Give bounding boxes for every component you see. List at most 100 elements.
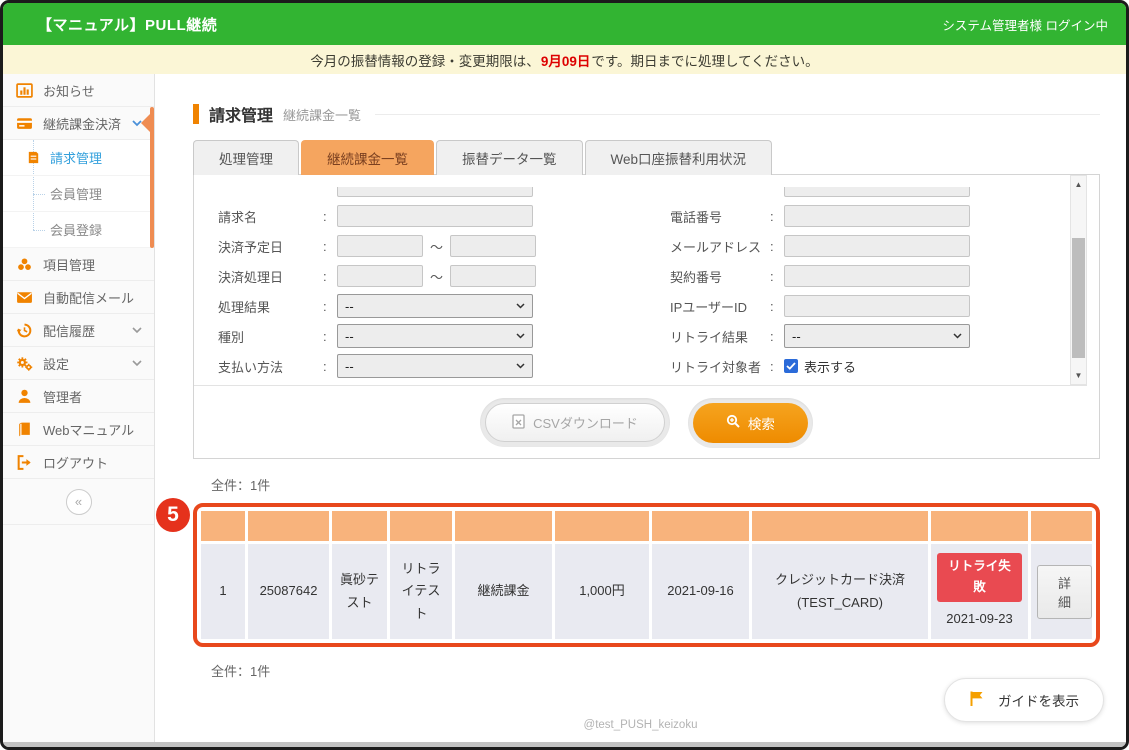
tab-processing-management[interactable]: 処理管理 [193, 140, 299, 175]
search-button[interactable]: 検索 [693, 403, 808, 443]
sidebar-collapse-button[interactable]: « [66, 489, 92, 515]
notice-text-suffix: です。期日までに処理してください。 [591, 50, 818, 70]
phone-number-input[interactable] [784, 205, 970, 227]
sidebar-item-label: 自動配信メール [43, 288, 134, 307]
annotation-highlight-box: 5 1 25087642 [193, 503, 1100, 647]
cell-billing-name: リトライテスト [390, 544, 452, 639]
cell-billing-type: 継続課金 [455, 544, 552, 639]
window-bottom-edge [3, 742, 1126, 747]
mail-icon [16, 289, 33, 306]
cell-retry-status: リトライ失敗 2021-09-23 [931, 544, 1028, 639]
notice-deadline-date: 9月09日 [541, 50, 591, 70]
clipped-input[interactable] [337, 187, 533, 197]
retry-result-select[interactable]: -- [784, 324, 970, 348]
main-content: 請求管理 継続課金一覧 処理管理 継続課金一覧 振替データ一覧 Web口座振替利… [155, 74, 1126, 742]
history-icon [16, 322, 33, 339]
billing-name-input[interactable] [337, 205, 533, 227]
logout-icon [16, 454, 33, 471]
result-count-top: 全件：1件 [211, 475, 1100, 494]
cell-scheduled-date: 2021-09-16 [652, 544, 749, 639]
scrollbar[interactable]: ▲ ▼ [1070, 175, 1087, 385]
notice-text-prefix: 今月の振替情報の登録・変更期限は、 [310, 50, 540, 70]
csv-file-icon [512, 414, 525, 432]
contract-number-input[interactable] [784, 265, 970, 287]
tree-branch [33, 230, 45, 231]
sidebar-item-billing-management[interactable]: 請求管理 [3, 140, 154, 176]
title-accent-bar [193, 104, 199, 124]
processed-date-from-input[interactable] [337, 265, 423, 287]
book-icon [16, 421, 33, 438]
sidebar-item-item-management[interactable]: 項目管理 [3, 248, 154, 281]
flag-icon [969, 690, 985, 710]
chevron-down-icon [516, 333, 525, 339]
tab-recurring-billing-list[interactable]: 継続課金一覧 [301, 140, 434, 175]
scrollbar-up-arrow[interactable]: ▲ [1071, 177, 1086, 192]
annotation-number-badge: 5 [156, 498, 190, 532]
sidebar-item-label: Webマニュアル [43, 420, 134, 439]
login-status: システム管理者様 ログイン中 [942, 15, 1108, 34]
filter-scroll-area: 請求名 : 決済予定日 : ～ [194, 175, 1087, 386]
sidebar-item-administrator[interactable]: 管理者 [3, 380, 154, 413]
footer-watermark: @test_PUSH_keizoku [155, 719, 1126, 731]
chevron-down-icon [132, 360, 142, 367]
sidebar-item-label: 項目管理 [43, 255, 95, 274]
sidebar-item-news[interactable]: お知らせ [3, 74, 154, 107]
sidebar-item-auto-mail[interactable]: 自動配信メール [3, 281, 154, 314]
type-select[interactable]: -- [337, 324, 533, 348]
sidebar-submenu: 請求管理 会員管理 会員登録 [3, 140, 154, 248]
scheduled-date-from-input[interactable] [337, 235, 423, 257]
sidebar-item-delivery-history[interactable]: 配信履歴 [3, 314, 154, 347]
search-button-ring: 検索 [688, 398, 813, 448]
filter-panel: 請求名 : 決済予定日 : ～ [193, 174, 1100, 459]
user-icon [16, 388, 33, 405]
sidebar-item-member-registration[interactable]: 会員登録 [3, 212, 154, 248]
cell-detail: 詳細 [1031, 544, 1092, 639]
chevron-down-icon [132, 327, 142, 334]
email-input[interactable] [784, 235, 970, 257]
show-guide-button[interactable]: ガイドを表示 [944, 678, 1104, 722]
sidebar-item-label: 管理者 [43, 387, 82, 406]
sidebar-item-label: 請求管理 [50, 148, 102, 167]
tab-transfer-data-list[interactable]: 振替データ一覧 [436, 140, 583, 175]
sidebar-group-recurring-billing: 継続課金決済 請求管理 会員管理 [3, 107, 154, 248]
cell-amount: 1,000円 [555, 544, 649, 639]
clipped-field-row [670, 187, 1087, 197]
clipped-input[interactable] [784, 187, 970, 197]
sidebar-item-web-manual[interactable]: Webマニュアル [3, 413, 154, 446]
processing-result-select[interactable]: -- [337, 294, 533, 318]
detail-button[interactable]: 詳細 [1037, 565, 1092, 619]
csv-download-button[interactable]: CSVダウンロード [485, 403, 665, 442]
top-header-bar: 【マニュアル】PULL継続 システム管理者様 ログイン中 [3, 3, 1126, 45]
processed-date-to-input[interactable] [450, 265, 536, 287]
cell-member-name: 眞砂テスト [332, 544, 387, 639]
retry-target-checkbox[interactable] [784, 359, 798, 373]
page-title: 請求管理 [209, 102, 273, 126]
ip-user-id-input[interactable] [784, 295, 970, 317]
scrollbar-thumb[interactable] [1072, 238, 1085, 358]
sidebar-item-label: お知らせ [43, 81, 95, 100]
payment-method-select[interactable]: -- [337, 354, 533, 378]
chevron-down-icon [516, 363, 525, 369]
retry-failed-badge: リトライ失敗 [937, 553, 1022, 602]
sidebar-item-logout[interactable]: ログアウト [3, 446, 154, 479]
sidebar-item-label: ログアウト [43, 453, 108, 472]
scrollbar-down-arrow[interactable]: ▼ [1071, 368, 1086, 383]
cell-payment-method: クレジットカード決済 (TEST_CARD) [752, 544, 928, 639]
chevron-down-icon [516, 303, 525, 309]
table-header-row [201, 511, 1092, 541]
tab-web-account-transfer-status[interactable]: Web口座振替利用状況 [585, 140, 773, 175]
app-title: 【マニュアル】PULL継続 [37, 14, 217, 35]
page-subtitle: 継続課金一覧 [283, 105, 361, 124]
scheduled-date-to-input[interactable] [450, 235, 536, 257]
sidebar-item-label: 会員登録 [50, 220, 102, 239]
csv-button-ring: CSVダウンロード [480, 398, 670, 447]
sidebar-item-member-management[interactable]: 会員管理 [3, 176, 154, 212]
sidebar-item-settings[interactable]: 設定 [3, 347, 154, 380]
app-window: 【マニュアル】PULL継続 システム管理者様 ログイン中 今月の振替情報の登録・… [0, 0, 1129, 750]
invoice-icon [26, 150, 41, 165]
retry-date: 2021-09-23 [937, 608, 1022, 630]
sidebar-item-recurring-billing[interactable]: 継続課金決済 [3, 107, 154, 140]
sidebar: お知らせ 継続課金決済 [3, 74, 155, 742]
active-group-arrow-marker [141, 112, 152, 134]
clipped-field-row [218, 187, 670, 197]
